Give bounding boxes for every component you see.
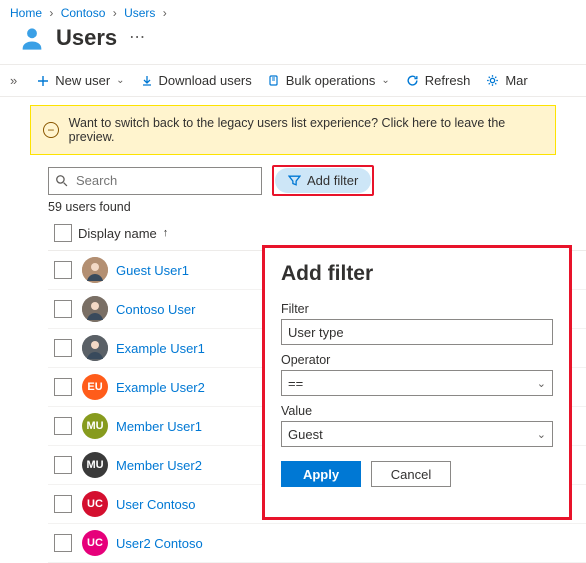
more-icon[interactable]: ⋯ (129, 30, 145, 46)
download-icon (141, 75, 153, 87)
search-field[interactable] (74, 172, 255, 189)
avatar: MU (82, 413, 108, 439)
breadcrumb-contoso[interactable]: Contoso (61, 6, 106, 20)
chevron-down-icon: ⌄ (116, 75, 124, 86)
toolbar: » New user ⌄ Download users Bulk operati… (0, 64, 586, 97)
operator-select[interactable]: ==⌄ (281, 370, 553, 396)
sort-asc-icon: ↑ (163, 227, 169, 239)
bulk-icon (268, 75, 280, 87)
row-checkbox[interactable] (54, 300, 72, 318)
user-link[interactable]: User2 Contoso (116, 536, 203, 551)
filter-label: Filter (281, 302, 553, 316)
users-icon (18, 24, 46, 52)
filter-icon (288, 174, 301, 187)
filter-field[interactable]: User type (281, 319, 553, 345)
add-filter-panel: Add filter Filter User type Operator ==⌄… (262, 245, 572, 520)
avatar: MU (82, 452, 108, 478)
row-checkbox[interactable] (54, 456, 72, 474)
row-checkbox[interactable] (54, 534, 72, 552)
gear-icon (486, 74, 499, 87)
breadcrumb-home[interactable]: Home (10, 6, 42, 20)
breadcrumb: Home › Contoso › Users › (0, 0, 586, 22)
user-link[interactable]: Example User2 (116, 380, 205, 395)
manage-button[interactable]: Mar (486, 73, 527, 88)
info-icon: − (43, 122, 59, 138)
legacy-banner[interactable]: − Want to switch back to the legacy user… (30, 105, 556, 155)
refresh-icon (406, 74, 419, 87)
chevron-down-icon: ⌄ (537, 377, 546, 390)
avatar: UC (82, 491, 108, 517)
search-icon (55, 174, 68, 187)
breadcrumb-users[interactable]: Users (124, 6, 155, 20)
expand-icon[interactable]: » (6, 73, 21, 88)
user-link[interactable]: Contoso User (116, 302, 195, 317)
value-select[interactable]: Guest⌄ (281, 421, 553, 447)
avatar: UC (82, 530, 108, 556)
row-checkbox[interactable] (54, 417, 72, 435)
avatar (82, 257, 108, 283)
user-link[interactable]: User Contoso (116, 497, 195, 512)
chevron-down-icon: ⌄ (381, 75, 389, 86)
user-link[interactable]: Guest User1 (116, 263, 189, 278)
select-all-checkbox[interactable] (54, 224, 72, 242)
row-checkbox[interactable] (54, 261, 72, 279)
result-count: 59 users found (48, 200, 586, 214)
column-display-name[interactable]: Display name↑ (78, 226, 168, 241)
panel-title: Add filter (281, 262, 553, 286)
banner-text: Want to switch back to the legacy users … (69, 116, 543, 144)
plus-icon (37, 75, 49, 87)
user-link[interactable]: Example User1 (116, 341, 205, 356)
avatar (82, 296, 108, 322)
download-users-button[interactable]: Download users (141, 73, 252, 88)
search-input[interactable] (48, 167, 262, 195)
chevron-down-icon: ⌄ (537, 428, 546, 441)
row-checkbox[interactable] (54, 495, 72, 513)
add-filter-button[interactable]: Add filter (275, 168, 371, 193)
refresh-button[interactable]: Refresh (406, 73, 471, 88)
new-user-button[interactable]: New user ⌄ (37, 73, 124, 88)
row-checkbox[interactable] (54, 339, 72, 357)
bulk-operations-button[interactable]: Bulk operations ⌄ (268, 73, 390, 88)
cancel-button[interactable]: Cancel (371, 461, 451, 487)
user-link[interactable]: Member User1 (116, 419, 202, 434)
row-checkbox[interactable] (54, 378, 72, 396)
value-label: Value (281, 404, 553, 418)
operator-label: Operator (281, 353, 553, 367)
user-link[interactable]: Member User2 (116, 458, 202, 473)
page-title: Users (56, 25, 117, 51)
avatar: EU (82, 374, 108, 400)
apply-button[interactable]: Apply (281, 461, 361, 487)
avatar (82, 335, 108, 361)
